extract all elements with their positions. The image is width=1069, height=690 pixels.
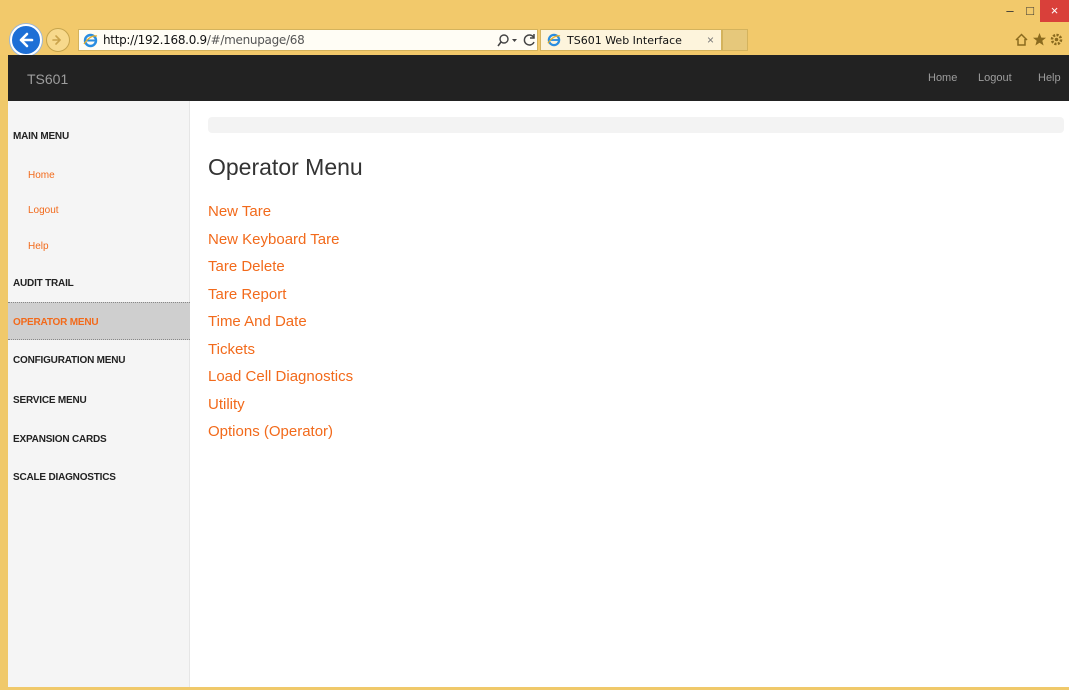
sidebar-item-home[interactable]: Home <box>8 156 190 194</box>
sidebar-item-operator-menu[interactable]: OPERATOR MENU <box>8 302 190 340</box>
ie-logo-icon <box>547 33 561 47</box>
menu-link-tickets[interactable]: Tickets <box>208 341 353 369</box>
menu-link-options-operator[interactable]: Options (Operator) <box>208 423 353 451</box>
url-text: http://192.168.0.9/#/menupage/68 <box>103 33 305 47</box>
sidebar: MAIN MENU Home Logout Help AUDIT TRAIL O… <box>8 101 190 687</box>
refresh-icon[interactable] <box>523 33 537 47</box>
sidebar-item-audit-trail[interactable]: AUDIT TRAIL <box>8 264 190 302</box>
browser-chrome: – □ × http://192.168.0.9/#/menupage/68 T… <box>0 0 1069 56</box>
new-tab-button[interactable] <box>722 29 748 51</box>
settings-gear-icon[interactable] <box>1049 32 1064 47</box>
menu-link-new-tare[interactable]: New Tare <box>208 203 353 231</box>
sidebar-item-expansion-cards[interactable]: EXPANSION CARDS <box>8 420 190 458</box>
tab-title: TS601 Web Interface <box>567 34 682 47</box>
tab-close-icon[interactable]: × <box>707 33 714 47</box>
sidebar-item-logout[interactable]: Logout <box>8 191 190 229</box>
menu-link-tare-delete[interactable]: Tare Delete <box>208 258 353 286</box>
back-icon <box>19 32 34 48</box>
brand-title[interactable]: TS601 <box>27 71 68 87</box>
browser-tab[interactable]: TS601 Web Interface × <box>540 29 722 51</box>
main-content: Operator Menu New Tare New Keyboard Tare… <box>208 101 1069 687</box>
menu-link-load-cell-diagnostics[interactable]: Load Cell Diagnostics <box>208 368 353 396</box>
operator-menu-list: New Tare New Keyboard Tare Tare Delete T… <box>208 203 353 451</box>
sidebar-item-service-menu[interactable]: SERVICE MENU <box>8 381 190 419</box>
search-icon[interactable] <box>497 33 519 47</box>
menu-link-utility[interactable]: Utility <box>208 396 353 424</box>
menu-link-time-and-date[interactable]: Time And Date <box>208 313 353 341</box>
forward-button[interactable] <box>46 28 70 52</box>
menu-link-tare-report[interactable]: Tare Report <box>208 286 353 314</box>
sidebar-item-configuration-menu[interactable]: CONFIGURATION MENU <box>8 341 190 379</box>
home-icon[interactable] <box>1014 32 1029 47</box>
sidebar-item-help[interactable]: Help <box>8 227 190 265</box>
nav-link-home[interactable]: Home <box>928 72 957 84</box>
nav-link-help[interactable]: Help <box>1038 72 1061 84</box>
page-title: Operator Menu <box>208 154 363 180</box>
window-close-button[interactable]: × <box>1040 0 1069 22</box>
sidebar-item-main-menu[interactable]: MAIN MENU <box>8 117 190 155</box>
sidebar-item-scale-diagnostics[interactable]: SCALE DIAGNOSTICS <box>8 458 190 496</box>
top-navbar: TS601 Home Logout Help <box>8 55 1069 101</box>
page-viewport: TS601 Home Logout Help MAIN MENU Home Lo… <box>8 55 1069 687</box>
ie-logo-icon <box>83 33 98 48</box>
forward-icon <box>52 35 62 45</box>
address-bar[interactable]: http://192.168.0.9/#/menupage/68 <box>78 29 538 51</box>
window-maximize-button[interactable]: □ <box>1018 0 1042 22</box>
menu-link-new-keyboard-tare[interactable]: New Keyboard Tare <box>208 231 353 259</box>
nav-link-logout[interactable]: Logout <box>978 72 1012 84</box>
favorites-star-icon[interactable] <box>1032 32 1047 47</box>
breadcrumb <box>208 117 1064 133</box>
back-button[interactable] <box>10 24 42 56</box>
